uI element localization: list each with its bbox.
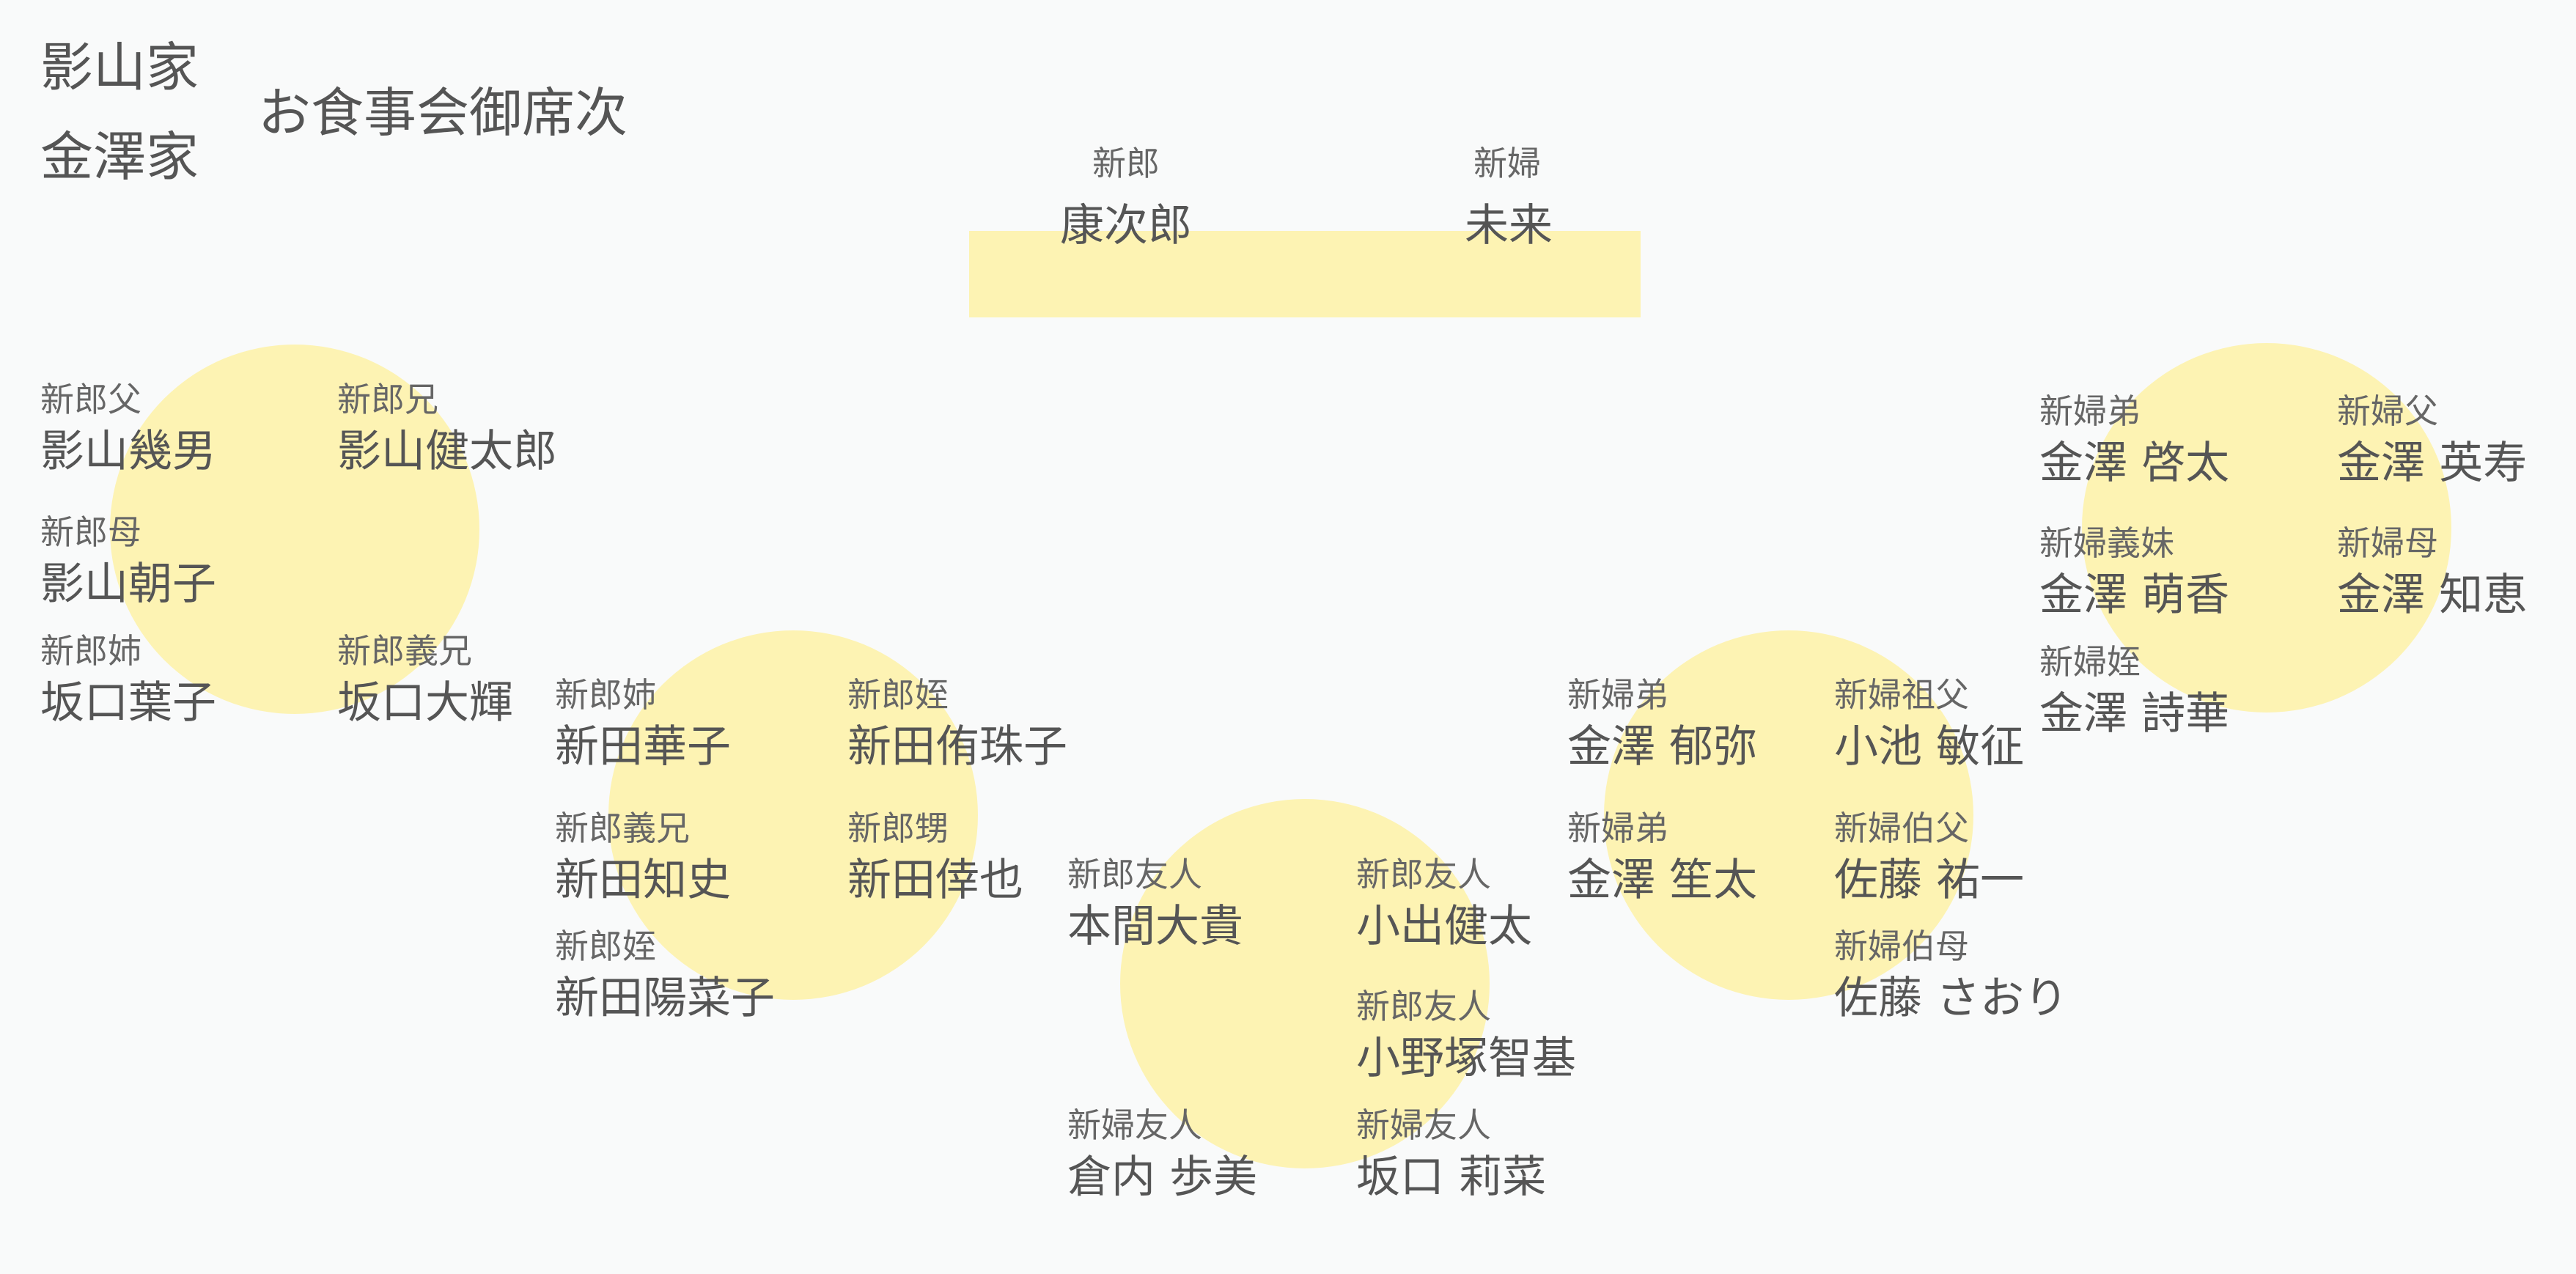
groom-role: 新郎	[1092, 144, 1160, 183]
seat-name: 小出健太	[1356, 901, 1532, 952]
seat-role: 新郎兄	[337, 380, 438, 419]
seat: 新郎友人 本間大貴	[1067, 858, 1243, 949]
seat-name: 影山健太郎	[337, 426, 557, 477]
seat: 新婦義妹 金澤 萌香	[2039, 526, 2229, 617]
seat: 新婦伯母 佐藤 さおり	[1834, 929, 2068, 1020]
seat: 新婦友人 倉内 歩美	[1067, 1108, 1257, 1199]
seat-role: 新婦友人	[1067, 1105, 1202, 1145]
seat-role: 新婦祖父	[1834, 675, 1969, 715]
seat: 新婦弟 金澤 郁弥	[1567, 678, 1757, 769]
seat: 新郎友人 小野塚智基	[1356, 990, 1576, 1080]
seat: 新郎兄 影山健太郎	[337, 383, 557, 474]
seat: 新婦父 金澤 英寿	[2337, 394, 2527, 485]
seat-name: 新田侑珠子	[847, 721, 1067, 773]
seat-role: 新郎姉	[555, 675, 656, 715]
seat-name: 新田華子	[555, 721, 731, 773]
seat: 新郎父 影山幾男	[40, 383, 216, 474]
seat-name: 倉内 歩美	[1067, 1152, 1258, 1203]
seat-role: 新郎姪	[555, 927, 656, 966]
seat-name: 小野塚智基	[1356, 1033, 1576, 1084]
seat-role: 新郎友人	[1356, 987, 1491, 1026]
seat-name: 影山幾男	[40, 426, 216, 477]
seat: 新郎義兄 坂口大輝	[337, 634, 513, 725]
seat: 新婦祖父 小池 敏征	[1834, 678, 2024, 769]
seat: 新郎友人 小出健太	[1356, 858, 1532, 949]
seat-role: 新婦母	[2337, 523, 2438, 563]
groom-name: 康次郎	[1060, 200, 1192, 251]
seat-name: 新田知史	[555, 855, 731, 906]
seat: 新婦伯父 佐藤 祐一	[1834, 811, 2024, 902]
seat-name: 金澤 英寿	[2337, 438, 2528, 489]
seat-role: 新婦義妹	[2039, 523, 2174, 563]
seat-role: 新郎甥	[847, 809, 949, 848]
bride-role: 新婦	[1473, 144, 1541, 183]
seat-role: 新郎友人	[1067, 855, 1202, 894]
seat-role: 新郎父	[40, 380, 141, 419]
seat-name: 佐藤 祐一	[1834, 855, 2025, 906]
seat: 新郎姪 新田侑珠子	[847, 678, 1067, 769]
seat-role: 新婦弟	[1567, 675, 1668, 715]
seat-name: 金澤 郁弥	[1567, 721, 1758, 773]
seat: 新婦友人 坂口 莉菜	[1356, 1108, 1546, 1199]
seat: 新郎姪 新田陽菜子	[555, 929, 775, 1020]
seat-role: 新婦弟	[1567, 809, 1668, 848]
seat-name: 本間大貴	[1067, 901, 1243, 952]
seat-name: 金澤 萌香	[2039, 570, 2230, 621]
page-title: お食事会御席次	[258, 82, 628, 144]
bride-name: 未来	[1465, 200, 1553, 251]
seat-name: 金澤 啓太	[2039, 438, 2230, 489]
seat: 新婦姪 金澤 詩華	[2039, 645, 2229, 736]
seat-name: 坂口葉子	[40, 677, 216, 729]
seat-role: 新郎姪	[847, 675, 949, 715]
seat: 新婦弟 金澤 笙太	[1567, 811, 1757, 902]
seat-role: 新婦伯父	[1834, 809, 1969, 848]
family-name-groom: 影山家	[40, 37, 199, 98]
seat-name: 金澤 詩華	[2039, 688, 2230, 740]
seat-role: 新郎友人	[1356, 855, 1491, 894]
seat-role: 新郎義兄	[555, 809, 690, 848]
seat-name: 佐藤 さおり	[1834, 973, 2069, 1024]
seat-role: 新婦友人	[1356, 1105, 1491, 1145]
seat-name: 金澤 知恵	[2337, 570, 2528, 621]
seat-role: 新郎義兄	[337, 631, 472, 671]
seat: 新郎姉 新田華子	[555, 678, 731, 769]
seat-role: 新郎母	[40, 512, 141, 552]
family-name-bride: 金澤家	[40, 126, 199, 188]
seat-role: 新婦弟	[2039, 391, 2141, 431]
seat: 新郎姉 坂口葉子	[40, 634, 216, 725]
seat-name: 新田陽菜子	[555, 973, 775, 1024]
seat: 新郎母 影山朝子	[40, 515, 216, 606]
seat-role: 新郎姉	[40, 631, 141, 671]
seat-role: 新婦姪	[2039, 642, 2141, 682]
seat-name: 坂口大輝	[337, 677, 513, 729]
seat-name: 小池 敏征	[1834, 721, 2025, 773]
seat: 新婦弟 金澤 啓太	[2039, 394, 2229, 485]
seat-role: 新婦父	[2337, 391, 2438, 431]
seat-role: 新婦伯母	[1834, 927, 1969, 966]
seat-name: 坂口 莉菜	[1356, 1152, 1547, 1203]
seat-name: 影山朝子	[40, 559, 216, 610]
seat-name: 新田倖也	[847, 855, 1023, 906]
seat-name: 金澤 笙太	[1567, 855, 1758, 906]
seat: 新郎甥 新田倖也	[847, 811, 1023, 902]
seat: 新郎義兄 新田知史	[555, 811, 731, 902]
seat: 新婦母 金澤 知恵	[2337, 526, 2527, 617]
